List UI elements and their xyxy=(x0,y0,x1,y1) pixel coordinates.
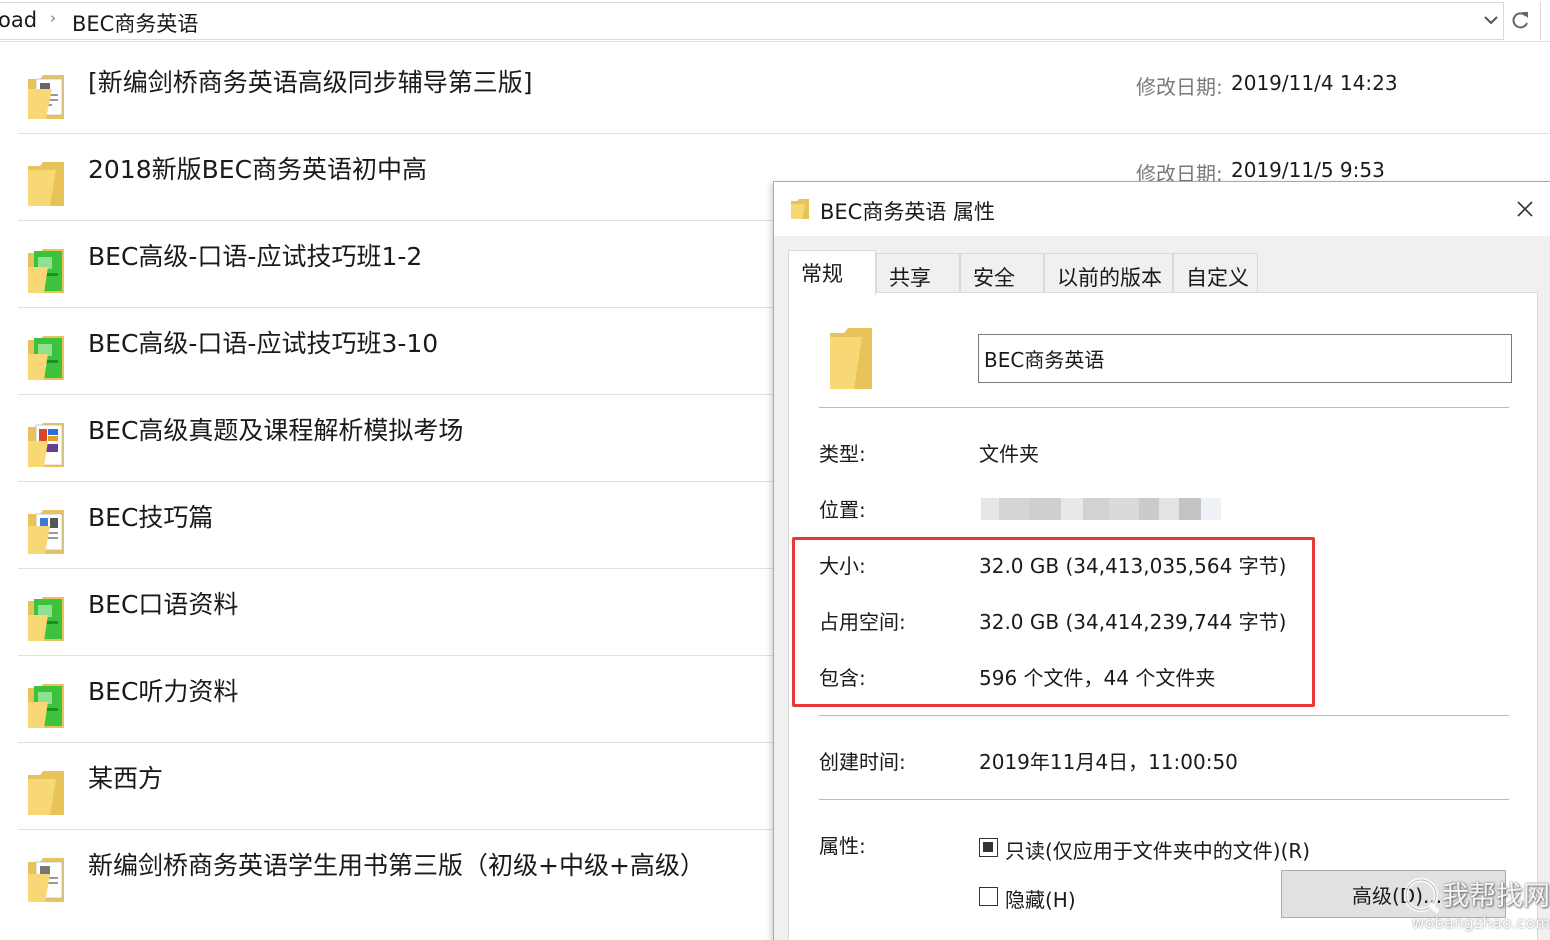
tab-customize[interactable]: 自定义 xyxy=(1173,253,1258,293)
modified-value: 2019/11/4 14:23 xyxy=(1231,71,1398,95)
dialog-title: BEC商务英语 属性 xyxy=(820,200,996,224)
general-panel: 类型: 文件夹 位置: 大小: 32.0 GB (34,413,035,564 … xyxy=(788,292,1538,940)
watermark-logo-icon xyxy=(1404,878,1440,914)
file-name[interactable]: BEC高级-口语-应试技巧班3-10 xyxy=(88,324,438,360)
file-name[interactable]: 2018新版BEC商务英语初中高 xyxy=(88,150,427,186)
readonly-label[interactable]: 只读(仅应用于文件夹中的文件)(R) xyxy=(1005,835,1310,864)
refresh-icon[interactable] xyxy=(1509,8,1531,32)
location-value-redacted xyxy=(981,492,1221,524)
tab-previous-versions[interactable]: 以前的版本 xyxy=(1044,253,1173,293)
type-label: 类型: xyxy=(819,442,866,466)
dialog-edge xyxy=(1538,292,1550,940)
folder-green-books-icon xyxy=(28,249,64,293)
folder-icon xyxy=(791,199,809,219)
folder-icon xyxy=(28,162,64,206)
tab-general[interactable]: 常规 xyxy=(788,250,876,295)
address-bar[interactable]: oad › BEC商务英语 xyxy=(0,0,1550,42)
folder-documents-icon xyxy=(28,858,64,902)
folder-green-books-icon xyxy=(28,336,64,380)
search-box-edge[interactable] xyxy=(1540,2,1550,40)
readonly-checkbox[interactable] xyxy=(979,838,998,857)
file-name[interactable]: BEC口语资料 xyxy=(88,585,238,621)
hidden-label[interactable]: 隐藏(H) xyxy=(1005,884,1076,913)
folder-documents-icon xyxy=(28,75,64,119)
attributes-label: 属性: xyxy=(819,834,866,858)
hidden-checkbox[interactable] xyxy=(979,887,998,906)
folder-green-books-icon xyxy=(28,597,64,641)
watermark-text: 我帮找网 xyxy=(1442,881,1550,912)
file-name[interactable]: 新编剑桥商务英语学生用书第三版（初级+中级+高级） xyxy=(88,846,705,882)
folder-icon xyxy=(830,328,872,389)
contains-value: 596 个文件，44 个文件夹 xyxy=(979,666,1216,690)
file-name[interactable]: BEC技巧篇 xyxy=(88,498,213,534)
size-value: 32.0 GB (34,413,035,564 字节) xyxy=(979,554,1287,578)
dialog-titlebar[interactable]: BEC商务英语 属性 xyxy=(774,182,1550,236)
divider xyxy=(819,715,1509,716)
folder-green-books-icon xyxy=(28,684,64,728)
address-box[interactable] xyxy=(0,2,1504,40)
file-row[interactable]: [新编剑桥商务英语高级同步辅导第三版] 修改日期: 2019/11/4 14:2… xyxy=(18,47,1550,134)
watermark: 我帮找网 wobangzhao.com xyxy=(1398,872,1550,940)
tab-sharing[interactable]: 共享 xyxy=(876,253,960,293)
type-value: 文件夹 xyxy=(979,442,1039,466)
chevron-down-icon[interactable] xyxy=(1481,10,1501,30)
disk-size-label: 占用空间: xyxy=(819,610,906,634)
folder-icon xyxy=(28,771,64,815)
folder-colorful-docs-icon xyxy=(28,423,64,467)
tab-security[interactable]: 安全 xyxy=(960,253,1044,293)
divider xyxy=(819,799,1509,800)
created-label: 创建时间: xyxy=(819,750,906,774)
disk-size-value: 32.0 GB (34,414,239,744 字节) xyxy=(979,610,1287,634)
modified-label: 修改日期: xyxy=(1136,75,1223,99)
breadcrumb-item[interactable]: oad xyxy=(0,8,37,32)
divider xyxy=(819,407,1509,408)
breadcrumb-separator: › xyxy=(50,9,56,27)
watermark-url: wobangzhao.com xyxy=(1412,914,1550,932)
file-name[interactable]: BEC听力资料 xyxy=(88,672,238,708)
folder-name-input[interactable] xyxy=(978,334,1512,383)
folder-documents-icon xyxy=(28,510,64,554)
size-label: 大小: xyxy=(819,554,866,578)
file-name[interactable]: [新编剑桥商务英语高级同步辅导第三版] xyxy=(88,63,533,99)
contains-label: 包含: xyxy=(819,666,866,690)
close-icon[interactable] xyxy=(1514,198,1536,220)
properties-dialog: BEC商务英语 属性 常规 共享 安全 以前的版本 自定义 类型: 文件夹 位置… xyxy=(773,181,1550,940)
breadcrumb-current[interactable]: BEC商务英语 xyxy=(72,8,198,38)
modified-value: 2019/11/5 9:53 xyxy=(1231,158,1385,182)
created-value: 2019年11月4日，11:00:50 xyxy=(979,750,1238,774)
file-name[interactable]: BEC高级-口语-应试技巧班1-2 xyxy=(88,237,422,273)
file-name[interactable]: BEC高级真题及课程解析模拟考场 xyxy=(88,411,463,447)
file-name[interactable]: 某西方 xyxy=(88,759,163,795)
location-label: 位置: xyxy=(819,498,866,522)
